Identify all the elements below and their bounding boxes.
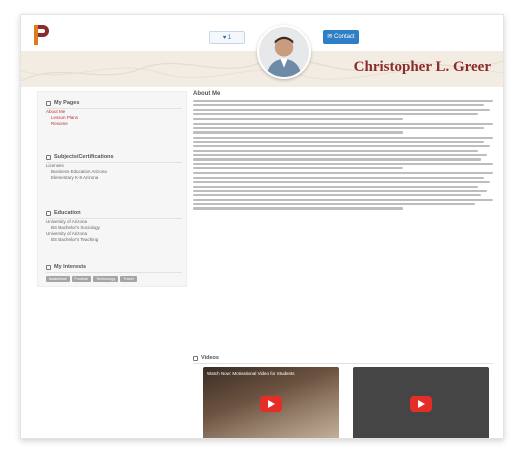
text-line [193,185,478,188]
play-button-icon[interactable] [260,396,282,412]
video-thumbnail[interactable]: Watch Now: Motivational Video for Studen… [203,367,339,438]
interest-tag[interactable]: Travel [120,276,137,282]
sidebar-item-resume[interactable]: Resume [46,121,182,127]
text-line [193,108,490,111]
contact-button[interactable]: ✉ Contact [323,30,359,44]
interest-tags: Basketball Football Technology Travel [46,276,182,282]
text-line [193,140,484,144]
text-line [193,198,493,201]
text-line [193,122,493,125]
text-line [193,113,478,116]
education-title: Education [54,210,81,216]
text-line [193,172,493,175]
video-thumbnail[interactable] [353,367,489,438]
text-line [193,181,490,184]
about-me-title: About Me [193,91,221,97]
about-me-paragraph [193,172,493,210]
text-line [193,117,403,120]
play-button-icon[interactable] [410,396,432,412]
teacher-name: Christopher L. Greer [353,59,491,75]
certificate-icon [46,154,51,160]
videos-title: Videos [201,355,219,361]
text-line [193,162,493,165]
text-line [193,207,403,210]
text-line [193,194,481,197]
text-line [193,145,490,148]
my-pages-section: My Pages About Me Lesson Plans Resume [46,100,182,127]
sidebar: My Pages About Me Lesson Plans Resume Su… [37,91,187,287]
text-line [193,203,475,206]
text-line [193,189,487,193]
about-me-body [193,100,493,210]
pages-icon [46,100,51,106]
subjects-section: Subjects/Certifications Licenses Busines… [46,154,182,181]
subjects-title: Subjects/Certifications [54,154,114,160]
text-line [193,127,484,130]
video-icon [193,355,198,361]
text-line [193,176,484,179]
videos-header: Videos [193,355,493,364]
text-line [193,104,484,107]
text-line [193,167,403,170]
degree-line: BS Bachelor's Teaching [51,237,99,242]
interests-section: My Interests Basketball Football Technol… [46,264,182,282]
text-line [193,158,481,161]
heart-icon [46,264,51,270]
about-me-paragraph [193,136,493,170]
text-line [193,131,403,134]
about-me-paragraph [193,100,493,120]
about-me-paragraph [193,122,493,134]
education-section: Education University of Arizona BS Bache… [46,210,182,243]
text-line [193,154,487,157]
my-pages-title: My Pages [54,100,80,106]
subject-line: Elementary K-8 Arizona [51,175,99,180]
text-line [193,100,493,103]
profile-photo [259,27,309,77]
avatar[interactable] [257,25,311,79]
interest-tag[interactable]: Basketball [46,276,70,282]
interest-tag[interactable]: Football [71,276,92,282]
education-icon [46,210,51,216]
logo-icon[interactable] [33,23,49,47]
interests-title: My Interests [54,264,87,270]
like-button[interactable]: ♥ 1 [209,31,245,44]
text-line [193,149,478,152]
interest-tag[interactable]: Technology [93,276,119,282]
profile-page: ♥ 1 ✉ Contact Christopher L. Greer My Pa… [20,14,504,439]
video-title: Watch Now: Motivational Video for Studen… [207,371,295,376]
text-line [193,136,493,139]
